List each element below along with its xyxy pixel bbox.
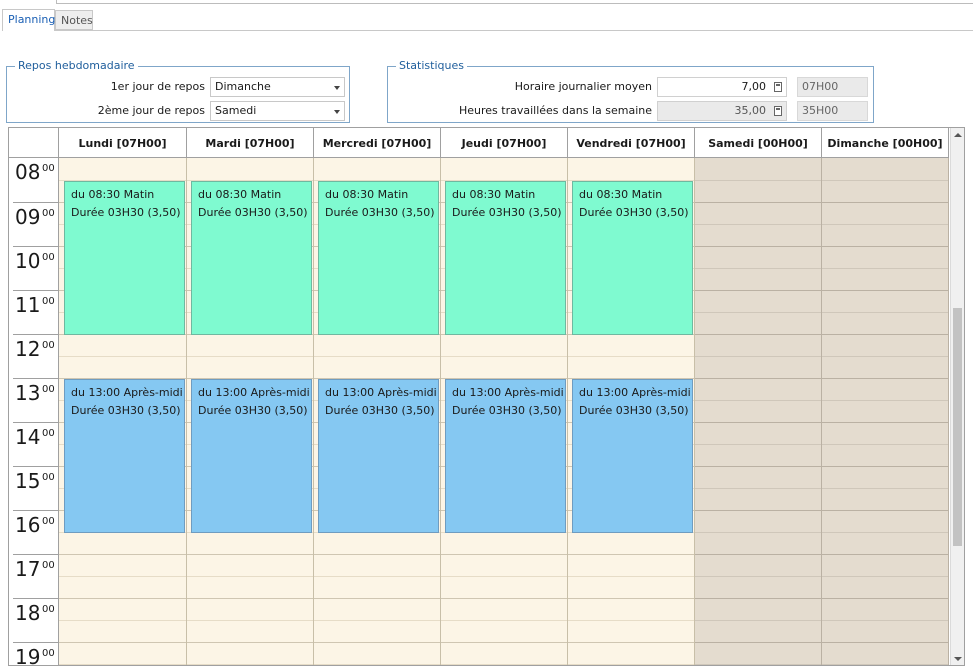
- event-duration-label: Durée 03H30 (3,50): [198, 404, 308, 417]
- tab-strip-divider: [2, 30, 973, 31]
- event-time-label: du 13:00 Après-midi: [452, 386, 564, 399]
- tab-notes[interactable]: Notes: [55, 10, 93, 30]
- time-gutter: 08 00 09 00 10 00 11 00 12 00 13 00 14 00 15 00 …: [9, 158, 59, 665]
- scroll-down-arrow-icon[interactable]: [954, 657, 962, 661]
- event-duration-label: Durée 03H30 (3,50): [579, 404, 689, 417]
- hour-label-17: 17 00: [13, 554, 59, 598]
- heures-value: 35,00: [734, 104, 767, 117]
- event-duration-label: Durée 03H30 (3,50): [325, 404, 435, 417]
- jour1-select-value: Dimanche: [215, 80, 271, 93]
- day-header-dimanche[interactable]: Dimanche [00H00]: [822, 128, 949, 158]
- vertical-scrollbar[interactable]: [950, 128, 964, 665]
- hour-label-18: 18 00: [13, 598, 59, 642]
- day-header-jeudi[interactable]: Jeudi [07H00]: [441, 128, 568, 158]
- event-matin-jeudi[interactable]: du 08:30 Matin Durée 03H30 (3,50): [445, 181, 566, 335]
- event-matin-mardi[interactable]: du 08:30 Matin Durée 03H30 (3,50): [191, 181, 312, 335]
- jour2-select[interactable]: Samedi: [210, 101, 345, 121]
- horaire-hm-field: 07H00: [797, 77, 868, 97]
- jour2-label: 2ème jour de repos: [97, 104, 205, 117]
- calculator-icon[interactable]: [774, 82, 782, 92]
- heures-label: Heures travaillées dans la semaine: [458, 104, 652, 117]
- event-time-label: du 13:00 Après-midi: [71, 386, 183, 399]
- statistiques-group: Statistiques Horaire journalier moyen 7,…: [387, 59, 874, 123]
- event-duration-label: Durée 03H30 (3,50): [452, 404, 562, 417]
- event-time-label: du 08:30 Matin: [325, 188, 409, 201]
- hour-label-11: 11 00: [13, 290, 59, 334]
- day-header-lundi[interactable]: Lundi [07H00]: [59, 128, 187, 158]
- hour-label-16: 16 00: [13, 510, 59, 554]
- event-duration-label: Durée 03H30 (3,50): [452, 206, 562, 219]
- day-header-vendredi[interactable]: Vendredi [07H00]: [568, 128, 695, 158]
- horaire-label: Horaire journalier moyen: [514, 80, 652, 93]
- event-duration-label: Durée 03H30 (3,50): [71, 404, 181, 417]
- event-aprem-mercredi[interactable]: du 13:00 Après-midi Durée 03H30 (3,50): [318, 379, 439, 533]
- event-time-label: du 13:00 Après-midi: [579, 386, 691, 399]
- event-aprem-jeudi[interactable]: du 13:00 Après-midi Durée 03H30 (3,50): [445, 379, 566, 533]
- repos-group-title: Repos hebdomadaire: [15, 59, 138, 72]
- planner-corner: [9, 128, 59, 158]
- horaire-value: 7,00: [741, 80, 767, 93]
- top-toolbar-edge: [56, 0, 973, 4]
- event-duration-label: Durée 03H30 (3,50): [71, 206, 181, 219]
- scroll-up-arrow-icon[interactable]: [954, 133, 962, 137]
- hour-label-19: 19 00: [13, 642, 59, 665]
- chevron-down-icon: [334, 86, 340, 90]
- scrollbar-thumb[interactable]: [953, 308, 962, 546]
- event-time-label: du 08:30 Matin: [452, 188, 536, 201]
- day-header-samedi[interactable]: Samedi [00H00]: [695, 128, 822, 158]
- hour-label-09: 09 00: [13, 202, 59, 246]
- event-time-label: du 13:00 Après-midi: [198, 386, 310, 399]
- repos-hebdomadaire-group: Repos hebdomadaire 1er jour de repos Dim…: [6, 59, 350, 123]
- event-aprem-mardi[interactable]: du 13:00 Après-midi Durée 03H30 (3,50): [191, 379, 312, 533]
- horaire-field[interactable]: 7,00: [657, 77, 787, 97]
- heures-field: 35,00: [657, 101, 787, 121]
- event-time-label: du 08:30 Matin: [71, 188, 155, 201]
- event-duration-label: Durée 03H30 (3,50): [579, 206, 689, 219]
- day-header-mardi[interactable]: Mardi [07H00]: [187, 128, 314, 158]
- event-matin-mercredi[interactable]: du 08:30 Matin Durée 03H30 (3,50): [318, 181, 439, 335]
- hour-label-12: 12 00: [13, 334, 59, 378]
- event-duration-label: Durée 03H30 (3,50): [198, 206, 308, 219]
- event-matin-lundi[interactable]: du 08:30 Matin Durée 03H30 (3,50): [64, 181, 185, 335]
- event-matin-vendredi[interactable]: du 08:30 Matin Durée 03H30 (3,50): [572, 181, 693, 335]
- chevron-down-icon: [334, 110, 340, 114]
- event-time-label: du 08:30 Matin: [579, 188, 663, 201]
- stats-group-title: Statistiques: [396, 59, 467, 72]
- day-column-dimanche[interactable]: [822, 158, 949, 665]
- event-aprem-lundi[interactable]: du 13:00 Après-midi Durée 03H30 (3,50): [64, 379, 185, 533]
- event-aprem-vendredi[interactable]: du 13:00 Après-midi Durée 03H30 (3,50): [572, 379, 693, 533]
- hour-label-14: 14 00: [13, 422, 59, 466]
- heures-hm-field: 35H00: [797, 101, 868, 121]
- event-time-label: du 13:00 Après-midi: [325, 386, 437, 399]
- hour-label-10: 10 00: [13, 246, 59, 290]
- jour1-label: 1er jour de repos: [110, 80, 205, 93]
- jour2-select-value: Samedi: [215, 104, 257, 117]
- event-duration-label: Durée 03H30 (3,50): [325, 206, 435, 219]
- tab-planning[interactable]: Planning: [2, 9, 55, 31]
- calculator-icon: [774, 106, 782, 116]
- hour-label-15: 15 00: [13, 466, 59, 510]
- hour-label-08: 08 00: [15, 160, 55, 184]
- day-header-mercredi[interactable]: Mercredi [07H00]: [314, 128, 441, 158]
- event-time-label: du 08:30 Matin: [198, 188, 282, 201]
- jour1-select[interactable]: Dimanche: [210, 77, 345, 97]
- day-column-samedi[interactable]: [695, 158, 822, 665]
- hour-label-13: 13 00: [13, 378, 59, 422]
- weekly-planner[interactable]: Lundi [07H00] Mardi [07H00] Mercredi [07…: [8, 127, 965, 666]
